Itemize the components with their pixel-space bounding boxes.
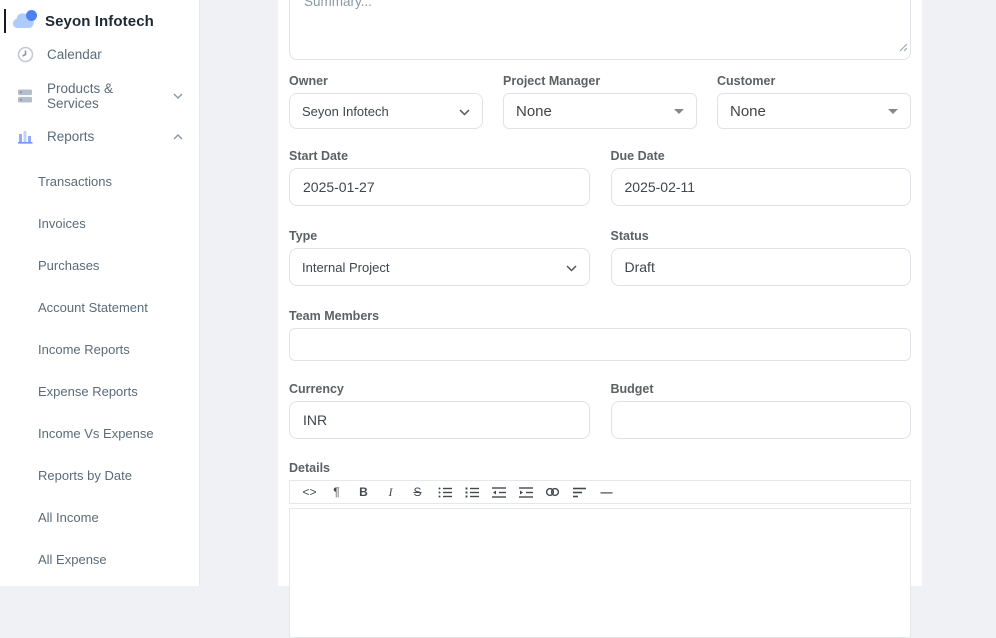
outdent-icon[interactable] bbox=[485, 481, 512, 503]
dropdown-arrow-icon bbox=[888, 109, 898, 114]
brand[interactable]: Seyon Infotech bbox=[4, 8, 189, 34]
type-select[interactable]: Internal Project bbox=[289, 248, 590, 286]
customer-field: Customer None bbox=[717, 75, 911, 129]
owner-value: Seyon Infotech bbox=[302, 104, 459, 119]
sidebar-item-all-expense[interactable]: All Expense bbox=[0, 538, 199, 580]
due-date-field: Due Date bbox=[611, 150, 912, 206]
type-label: Type bbox=[289, 230, 590, 243]
sidebar-item-expense-reports[interactable]: Expense Reports bbox=[0, 370, 199, 412]
align-icon[interactable] bbox=[566, 481, 593, 503]
sidebar-item-invoices[interactable]: Invoices bbox=[0, 202, 199, 244]
details-field: Details <> ¶ B I S bbox=[289, 462, 911, 638]
link-icon[interactable] bbox=[539, 481, 566, 503]
sidebar-item-reports[interactable]: Reports bbox=[0, 116, 199, 157]
sidebar-item-label: Products & Services bbox=[47, 81, 160, 111]
summary-input[interactable] bbox=[289, 0, 911, 60]
details-editor-area[interactable] bbox=[289, 508, 911, 638]
unordered-list-icon[interactable] bbox=[431, 481, 458, 503]
clock-icon bbox=[16, 46, 34, 64]
owner-select[interactable]: Seyon Infotech bbox=[289, 93, 483, 129]
italic-icon[interactable]: I bbox=[377, 481, 404, 503]
project-manager-field: Project Manager None bbox=[503, 75, 697, 129]
rich-text-toolbar: <> ¶ B I S bbox=[289, 480, 911, 504]
code-icon[interactable]: <> bbox=[296, 481, 323, 503]
sidebar-item-transactions[interactable]: Transactions bbox=[0, 160, 199, 202]
start-date-label: Start Date bbox=[289, 150, 590, 163]
project-manager-label: Project Manager bbox=[503, 75, 697, 88]
sidebar-item-products-services[interactable]: Products & Services bbox=[0, 75, 199, 116]
cloud-logo-icon bbox=[12, 9, 39, 34]
budget-input[interactable] bbox=[611, 401, 912, 439]
currency-budget-row: Currency Budget bbox=[289, 383, 911, 439]
products-icon bbox=[16, 87, 34, 105]
project-form-panel: Owner Seyon Infotech Project Manager Non… bbox=[278, 0, 922, 586]
sidebar-item-calendar[interactable]: Calendar bbox=[0, 34, 199, 75]
ordered-list-icon[interactable] bbox=[458, 481, 485, 503]
dropdown-arrow-icon bbox=[674, 109, 684, 114]
team-members-field: Team Members bbox=[289, 310, 911, 361]
customer-label: Customer bbox=[717, 75, 911, 88]
bold-icon[interactable]: B bbox=[350, 481, 377, 503]
project-manager-select[interactable]: None bbox=[503, 93, 697, 129]
customer-value: None bbox=[730, 103, 888, 120]
due-date-input[interactable] bbox=[611, 168, 912, 206]
currency-input[interactable] bbox=[289, 401, 590, 439]
owner-label: Owner bbox=[289, 75, 483, 88]
start-date-field: Start Date bbox=[289, 150, 590, 206]
due-date-label: Due Date bbox=[611, 150, 912, 163]
brand-name: Seyon Infotech bbox=[45, 13, 154, 30]
team-members-label: Team Members bbox=[289, 310, 911, 323]
chevron-down-icon bbox=[459, 104, 470, 119]
paragraph-icon[interactable]: ¶ bbox=[323, 481, 350, 503]
strikethrough-icon[interactable]: S bbox=[404, 481, 431, 503]
type-value: Internal Project bbox=[302, 260, 566, 275]
chevron-down-icon bbox=[173, 93, 183, 99]
bar-chart-icon bbox=[16, 128, 34, 146]
start-date-input[interactable] bbox=[289, 168, 590, 206]
dates-row: Start Date Due Date bbox=[289, 150, 911, 206]
reports-submenu: Transactions Invoices Purchases Account … bbox=[0, 157, 199, 580]
status-label: Status bbox=[611, 230, 912, 243]
sidebar-item-label: Calendar bbox=[47, 47, 102, 62]
budget-label: Budget bbox=[611, 383, 912, 396]
indent-icon[interactable] bbox=[512, 481, 539, 503]
type-status-row: Type Internal Project Status bbox=[289, 230, 911, 286]
budget-field: Budget bbox=[611, 383, 912, 439]
owner-row: Owner Seyon Infotech Project Manager Non… bbox=[289, 75, 911, 129]
sidebar-item-purchases[interactable]: Purchases bbox=[0, 244, 199, 286]
horizontal-rule-icon[interactable]: — bbox=[593, 481, 620, 503]
sidebar-item-income-vs-expense[interactable]: Income Vs Expense bbox=[0, 412, 199, 454]
details-label: Details bbox=[289, 462, 911, 475]
team-members-input[interactable] bbox=[289, 328, 911, 361]
sidebar-item-label: Reports bbox=[47, 129, 94, 144]
currency-label: Currency bbox=[289, 383, 590, 396]
project-manager-value: None bbox=[516, 103, 674, 120]
sidebar-item-reports-by-date[interactable]: Reports by Date bbox=[0, 454, 199, 496]
owner-field: Owner Seyon Infotech bbox=[289, 75, 483, 129]
sidebar-item-all-income[interactable]: All Income bbox=[0, 496, 199, 538]
sidebar-item-account-statement[interactable]: Account Statement bbox=[0, 286, 199, 328]
chevron-up-icon bbox=[173, 134, 183, 140]
customer-select[interactable]: None bbox=[717, 93, 911, 129]
status-input[interactable] bbox=[611, 248, 912, 286]
cursor-bar bbox=[4, 9, 6, 33]
status-field: Status bbox=[611, 230, 912, 286]
currency-field: Currency bbox=[289, 383, 590, 439]
type-field: Type Internal Project bbox=[289, 230, 590, 286]
sidebar: Seyon Infotech Calendar Products & Servi… bbox=[0, 0, 200, 586]
summary-field bbox=[289, 0, 911, 60]
sidebar-item-income-reports[interactable]: Income Reports bbox=[0, 328, 199, 370]
chevron-down-icon bbox=[566, 260, 577, 275]
